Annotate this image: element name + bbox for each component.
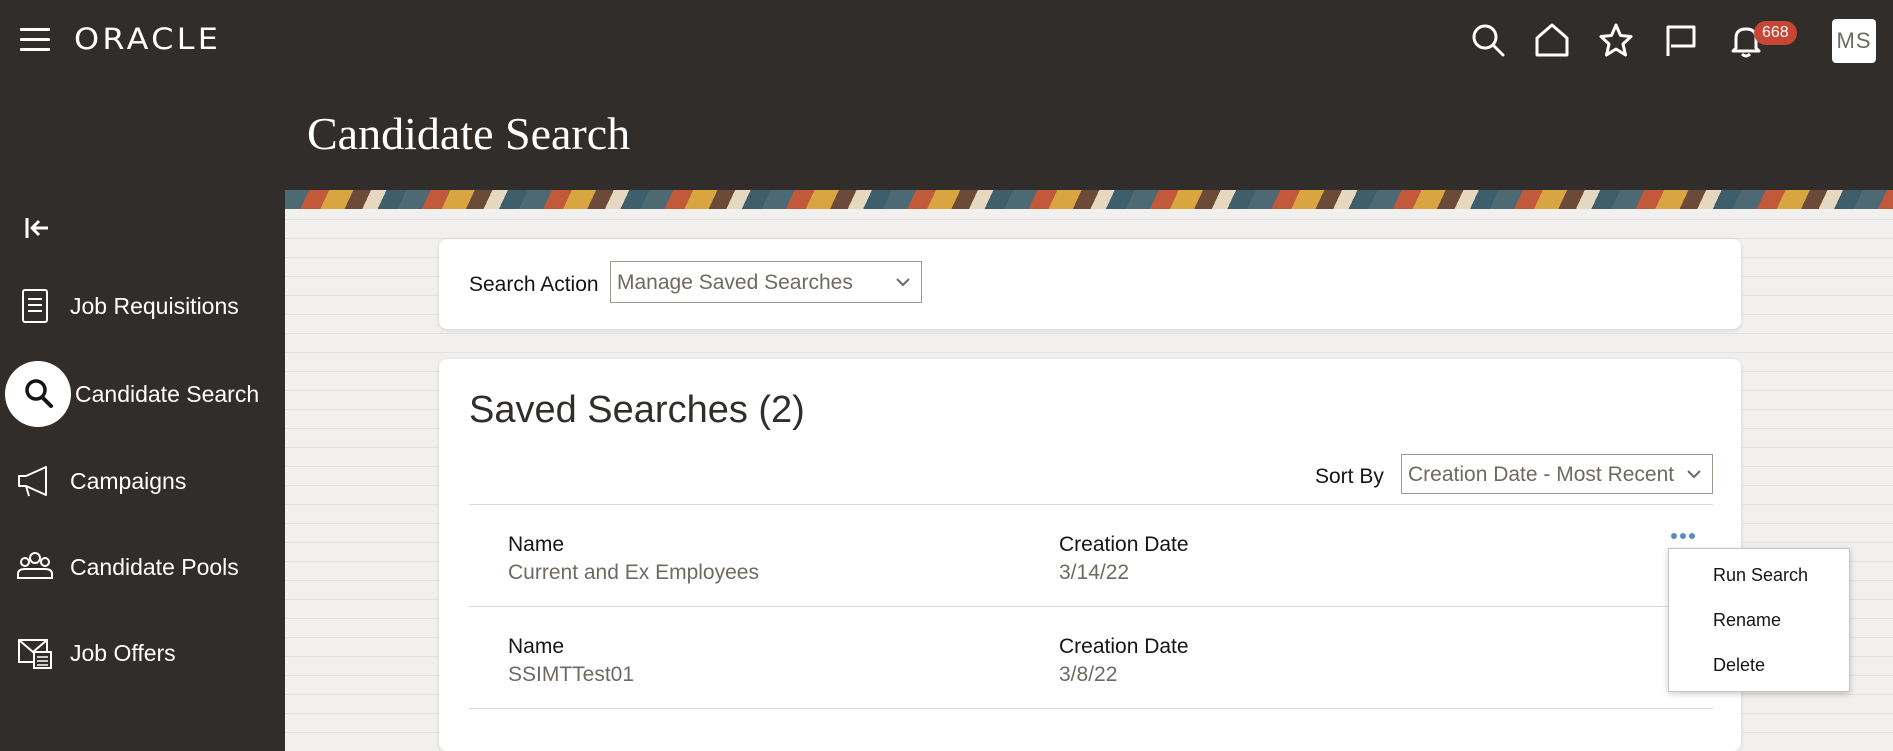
creation-date-label: Creation Date	[1059, 533, 1189, 556]
search-action-label: Search Action	[469, 273, 599, 296]
page-title: Candidate Search	[307, 108, 631, 159]
sort-by-value: Creation Date - Most Recent	[1408, 463, 1675, 486]
megaphone-icon	[16, 462, 54, 500]
notification-badge: 668	[1754, 21, 1797, 45]
row-actions-menu: Run Search Rename Delete	[1668, 548, 1850, 692]
menu-item-run-search[interactable]: Run Search	[1713, 565, 1808, 586]
table-row[interactable]: Name Current and Ex Employees Creation D…	[469, 505, 1713, 605]
search-action-card: Search Action Manage Saved Searches	[439, 239, 1741, 329]
creation-date-label: Creation Date	[1059, 635, 1189, 658]
search-name[interactable]: SSIMTTest01	[508, 663, 634, 687]
table-row[interactable]: Name SSIMTTest01 Creation Date 3/8/22	[469, 607, 1713, 707]
sidebar-item-campaigns[interactable]: Campaigns	[0, 446, 285, 516]
menu-item-delete[interactable]: Delete	[1713, 655, 1765, 676]
menu-icon[interactable]	[20, 28, 50, 52]
people-icon	[16, 548, 54, 586]
sidebar-item-label: Campaigns	[70, 468, 187, 494]
home-icon[interactable]	[1534, 22, 1570, 58]
divider	[469, 708, 1713, 709]
chevron-down-icon	[1678, 455, 1710, 493]
sidebar-item-label: Job Offers	[70, 640, 176, 666]
sidebar-item-label: Candidate Search	[75, 381, 260, 407]
document-icon	[16, 287, 54, 325]
sort-by-select[interactable]: Creation Date - Most Recent	[1401, 454, 1713, 494]
search-action-value: Manage Saved Searches	[617, 271, 853, 294]
name-label: Name	[508, 635, 565, 658]
creation-date-value: 3/8/22	[1059, 663, 1118, 686]
search-icon[interactable]	[1470, 22, 1506, 58]
sidebar-item-job-offers[interactable]: Job Offers	[0, 618, 285, 688]
collapse-sidebar-icon[interactable]	[24, 214, 52, 242]
star-icon[interactable]	[1598, 22, 1634, 58]
saved-searches-title: Saved Searches (2)	[469, 389, 805, 431]
creation-date-value: 3/14/22	[1059, 561, 1130, 584]
flag-icon[interactable]	[1663, 22, 1699, 58]
oracle-logo[interactable]: ORACLE	[74, 22, 221, 56]
main-content: Search Action Manage Saved Searches Save…	[285, 190, 1893, 751]
sidebar-item-label: Job Requisitions	[70, 293, 239, 319]
search-action-select[interactable]: Manage Saved Searches	[610, 261, 922, 303]
saved-searches-card: Saved Searches (2) Sort By Creation Date…	[439, 359, 1741, 751]
offer-letter-icon	[16, 634, 54, 672]
name-label: Name	[508, 533, 565, 556]
sidebar-item-label: Candidate Pools	[70, 554, 239, 580]
more-actions-icon[interactable]	[1671, 526, 1701, 539]
menu-item-rename[interactable]: Rename	[1713, 610, 1781, 631]
search-icon	[20, 375, 58, 413]
decorative-banner	[285, 190, 1893, 209]
sidebar: Job Requisitions Candidate Search Campai…	[0, 190, 285, 751]
sort-by-label: Sort By	[1315, 465, 1384, 488]
chevron-down-icon	[887, 262, 919, 302]
top-bar: ORACLE 668 MS	[0, 0, 1893, 80]
sidebar-item-candidate-search[interactable]: Candidate Search	[0, 359, 285, 429]
user-avatar[interactable]: MS	[1832, 19, 1876, 63]
search-name[interactable]: Current and Ex Employees	[508, 561, 759, 585]
sidebar-item-candidate-pools[interactable]: Candidate Pools	[0, 532, 285, 602]
sidebar-item-job-requisitions[interactable]: Job Requisitions	[0, 271, 285, 341]
